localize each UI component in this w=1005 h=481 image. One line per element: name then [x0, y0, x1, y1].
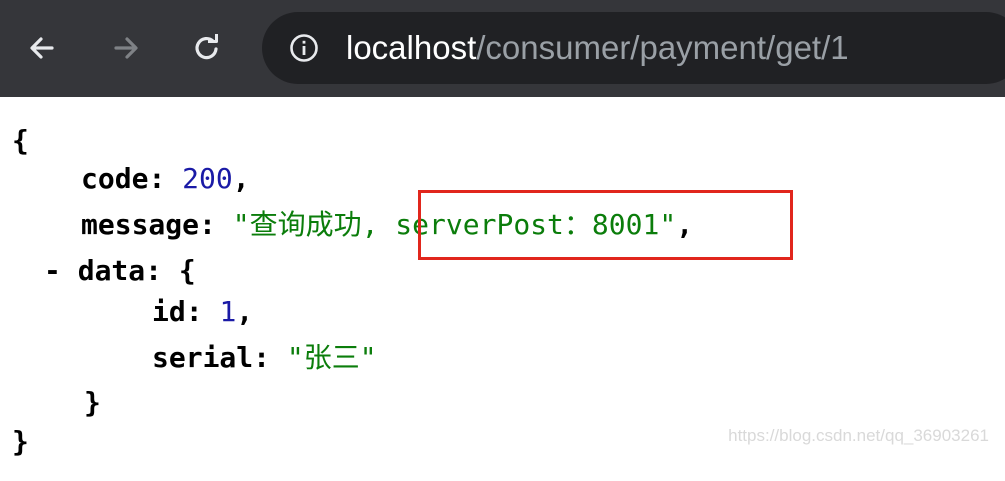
url-host: localhost	[346, 29, 477, 66]
data-key: data	[77, 254, 146, 287]
forward-button[interactable]	[104, 26, 148, 70]
code-line: code: 200,	[81, 162, 250, 195]
id-value: 1	[219, 295, 237, 328]
arrow-right-icon	[114, 37, 138, 59]
serial-key: serial	[152, 341, 254, 374]
json-viewer: { code: 200, message: "查询成功, serverPost：…	[0, 97, 1005, 481]
message-key: message	[81, 208, 200, 241]
message-line: message: "查询成功, serverPost：8001",	[81, 208, 694, 241]
code-value: 200	[182, 162, 233, 195]
info-icon[interactable]	[288, 32, 320, 64]
watermark: https://blog.csdn.net/qq_36903261	[728, 426, 989, 445]
message-value-part1: "查询成功,	[232, 208, 379, 241]
open-brace: {	[12, 124, 29, 157]
json-open-brace-line: {	[12, 123, 29, 159]
data-line: - data: {	[44, 254, 196, 287]
message-value-part2: serverPost：8001"	[378, 208, 677, 241]
url-path: /consumer/payment/get/1	[476, 29, 849, 66]
back-button[interactable]	[20, 26, 64, 70]
address-bar[interactable]: localhost/consumer/payment/get/1	[262, 12, 1005, 84]
url-text[interactable]: localhost/consumer/payment/get/1	[346, 28, 849, 68]
json-close-brace-line: }	[12, 424, 29, 460]
data-close-line: }	[84, 385, 101, 421]
id-key: id	[152, 295, 186, 328]
code-key: code	[81, 162, 149, 195]
close-brace: }	[12, 425, 29, 458]
id-line: id: 1,	[152, 295, 254, 328]
reload-button[interactable]	[185, 26, 229, 70]
data-open-brace: {	[178, 254, 196, 287]
arrow-left-icon	[30, 37, 54, 59]
serial-value: "张三"	[286, 341, 377, 374]
browser-toolbar: localhost/consumer/payment/get/1	[0, 0, 1005, 97]
data-close-brace: }	[84, 386, 101, 419]
reload-icon	[195, 34, 218, 60]
data-collapse-toggle[interactable]: -	[44, 254, 61, 287]
serial-line: serial: "张三"	[152, 341, 377, 374]
